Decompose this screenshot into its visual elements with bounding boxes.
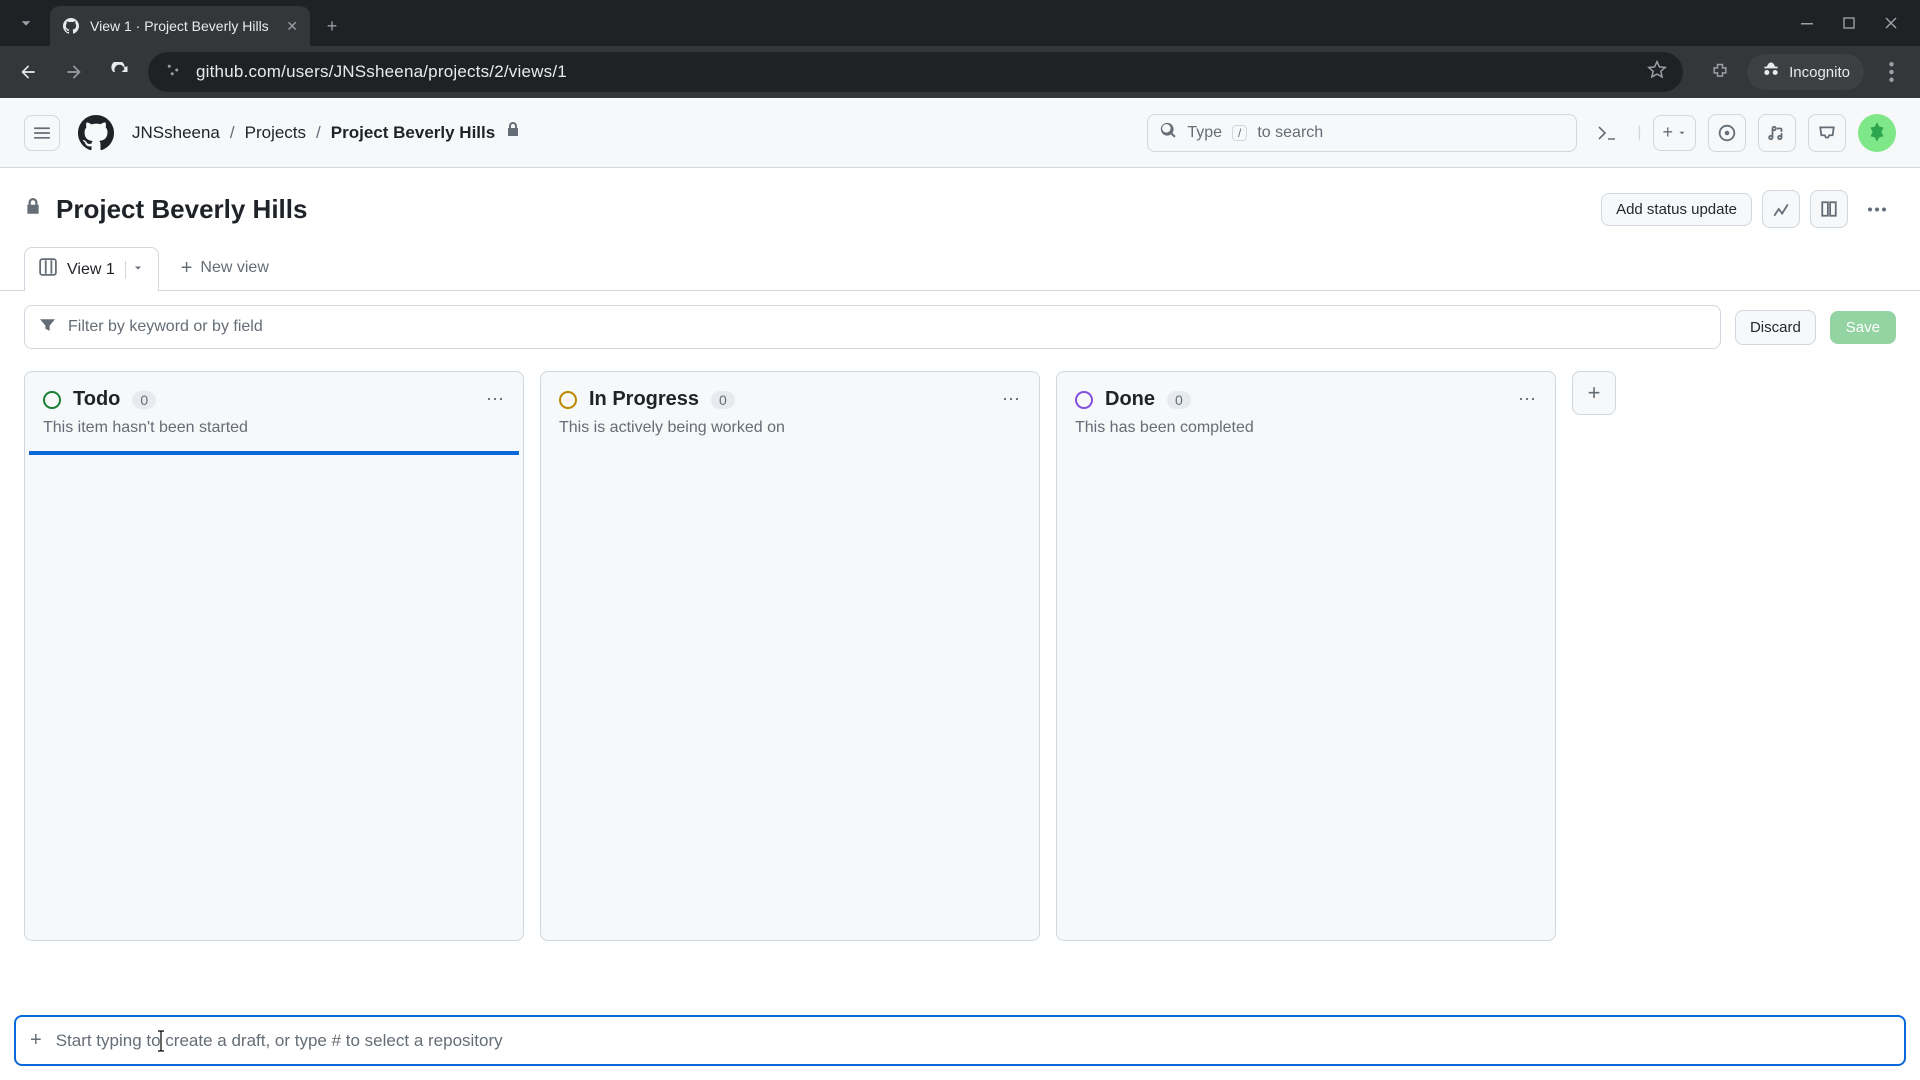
insights-icon[interactable] — [1762, 190, 1800, 228]
column-more-icon[interactable]: ⋯ — [1518, 389, 1537, 410]
tab-title: View 1 · Project Beverly Hills — [90, 18, 269, 34]
add-item-input[interactable]: + Start typing to create a draft, or typ… — [14, 1015, 1906, 1066]
lock-icon — [24, 198, 42, 221]
lock-icon — [505, 122, 521, 143]
inbox-icon[interactable] — [1808, 114, 1846, 152]
incognito-indicator[interactable]: Incognito — [1747, 54, 1864, 90]
incognito-label: Incognito — [1789, 64, 1850, 81]
search-input[interactable]: Type / to search — [1147, 114, 1577, 152]
extensions-icon[interactable] — [1701, 53, 1739, 91]
breadcrumb-current[interactable]: Project Beverly Hills — [331, 123, 495, 143]
breadcrumb: JNSsheena / Projects / Project Beverly H… — [132, 122, 521, 143]
status-dot-icon — [559, 391, 577, 409]
github-logo-icon[interactable] — [78, 115, 114, 151]
maximize-icon[interactable] — [1843, 17, 1856, 30]
tab-bar: View 1 · Project Beverly Hills ✕ + — [0, 0, 1920, 46]
reload-button[interactable] — [102, 54, 138, 90]
close-window-icon[interactable] — [1884, 16, 1898, 30]
create-new-dropdown[interactable]: + — [1653, 115, 1696, 151]
add-status-button[interactable]: Add status update — [1601, 193, 1752, 226]
save-button[interactable]: Save — [1830, 311, 1896, 344]
discard-button[interactable]: Discard — [1735, 310, 1816, 345]
breadcrumb-projects[interactable]: Projects — [245, 123, 306, 143]
column-done: Done 0 ⋯ This has been completed — [1056, 371, 1556, 941]
column-description: This has been completed — [1057, 419, 1555, 451]
new-tab-button[interactable]: + — [316, 10, 348, 42]
new-view-label: New view — [200, 259, 268, 277]
forward-button[interactable] — [56, 54, 92, 90]
new-view-button[interactable]: + New view — [173, 247, 277, 290]
more-options-icon[interactable] — [1858, 190, 1896, 228]
bookmark-icon[interactable] — [1647, 60, 1667, 85]
view-tab-label: View 1 — [67, 261, 115, 279]
search-placeholder-suffix: to search — [1257, 124, 1323, 142]
column-title: Done — [1105, 388, 1155, 411]
view-tab-active[interactable]: View 1 — [24, 247, 159, 291]
url-field[interactable]: github.com/users/JNSsheena/projects/2/vi… — [148, 52, 1683, 92]
column-body[interactable] — [541, 451, 1039, 940]
site-settings-icon[interactable] — [164, 61, 182, 84]
plus-icon: + — [30, 1029, 42, 1052]
filter-input[interactable]: Filter by keyword or by field — [24, 305, 1721, 349]
status-dot-icon — [1075, 391, 1093, 409]
search-icon — [1160, 122, 1177, 144]
column-in-progress: In Progress 0 ⋯ This is actively being w… — [540, 371, 1040, 941]
add-column-button[interactable]: + — [1572, 371, 1616, 415]
incognito-icon — [1761, 60, 1781, 84]
add-item-placeholder: Start typing to create a draft, or type … — [56, 1031, 503, 1051]
column-description: This is actively being worked on — [541, 419, 1039, 451]
tab-search-dropdown[interactable] — [8, 5, 44, 41]
breadcrumb-user[interactable]: JNSsheena — [132, 123, 220, 143]
column-count: 0 — [132, 391, 156, 409]
project-details-icon[interactable] — [1810, 190, 1848, 228]
browser-tab[interactable]: View 1 · Project Beverly Hills ✕ — [50, 6, 310, 46]
browser-chrome: View 1 · Project Beverly Hills ✕ + githu… — [0, 0, 1920, 98]
search-placeholder-prefix: Type — [1187, 124, 1222, 142]
browser-menu-icon[interactable] — [1872, 53, 1910, 91]
filter-row: Filter by keyword or by field Discard Sa… — [0, 291, 1920, 363]
search-kbd: / — [1232, 125, 1247, 141]
board-icon — [39, 258, 57, 281]
window-controls — [1801, 16, 1912, 30]
column-more-icon[interactable]: ⋯ — [1002, 389, 1021, 410]
project-header: Project Beverly Hills Add status update — [0, 168, 1920, 228]
pull-requests-icon[interactable] — [1758, 114, 1796, 152]
filter-icon — [39, 316, 56, 338]
column-count: 0 — [711, 391, 735, 409]
status-dot-icon — [43, 391, 61, 409]
command-palette-icon[interactable] — [1589, 115, 1625, 151]
column-title: In Progress — [589, 388, 699, 411]
column-more-icon[interactable]: ⋯ — [486, 389, 505, 410]
column-body[interactable] — [29, 451, 519, 940]
back-button[interactable] — [10, 54, 46, 90]
avatar[interactable] — [1858, 114, 1896, 152]
board: Todo 0 ⋯ This item hasn't been started I… — [0, 363, 1920, 941]
chevron-down-icon[interactable] — [125, 261, 144, 279]
url-text: github.com/users/JNSsheena/projects/2/vi… — [196, 62, 567, 82]
column-todo: Todo 0 ⋯ This item hasn't been started — [24, 371, 524, 941]
filter-placeholder: Filter by keyword or by field — [68, 318, 263, 336]
minimize-icon[interactable] — [1801, 16, 1815, 30]
tab-favicon-icon — [62, 17, 80, 35]
page-title: Project Beverly Hills — [56, 194, 307, 225]
view-tabs: View 1 + New view — [0, 228, 1920, 291]
plus-icon: + — [181, 257, 193, 280]
issues-icon[interactable] — [1708, 114, 1746, 152]
text-cursor-icon — [156, 1029, 166, 1058]
column-title: Todo — [73, 388, 120, 411]
column-body[interactable] — [1057, 451, 1555, 940]
github-header: JNSsheena / Projects / Project Beverly H… — [0, 98, 1920, 168]
column-description: This item hasn't been started — [25, 419, 523, 451]
address-bar: github.com/users/JNSsheena/projects/2/vi… — [0, 46, 1920, 98]
column-count: 0 — [1167, 391, 1191, 409]
close-icon[interactable]: ✕ — [286, 18, 298, 35]
hamburger-menu[interactable] — [24, 115, 60, 151]
